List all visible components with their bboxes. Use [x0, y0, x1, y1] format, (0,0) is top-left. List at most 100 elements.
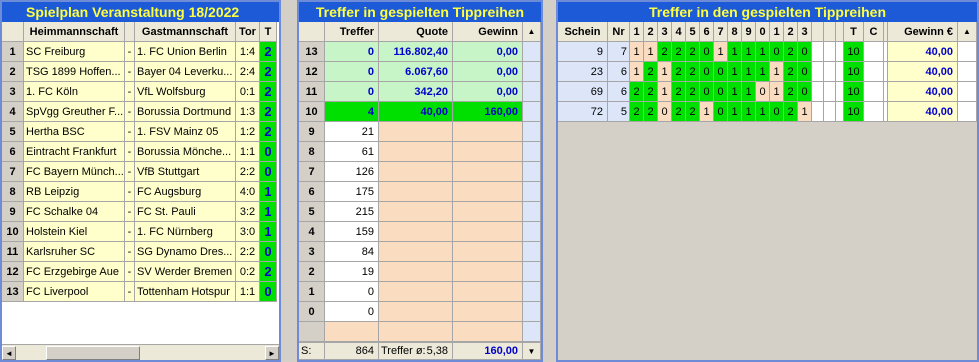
home-team[interactable]: FC Schalke 04	[24, 202, 125, 222]
spielplan-grid[interactable]: Heimmannschaft Gastmannschaft Tor T 1 SC …	[2, 22, 279, 360]
table-row[interactable]: 69 6 2 2 1 2 2 0 0 1 1 0 1 2 0 10 40,00	[558, 82, 977, 102]
sort-arrow-icon[interactable]: ▲	[523, 22, 541, 42]
home-team[interactable]: RB Leipzig	[24, 182, 125, 202]
result-tip[interactable]: 0	[260, 162, 277, 182]
scheine-grid[interactable]: Schein Nr 1 2 3 4 5 6 7 8 9 0 1 2 3 T C Gewinn € ▲ 9711222…	[558, 22, 977, 360]
away-team[interactable]: VfL Wolfsburg	[135, 82, 236, 102]
table-row[interactable]: 9 FC Schalke 04- FC St. Pauli 3:2 1	[2, 202, 279, 222]
score[interactable]: 2:2	[236, 162, 260, 182]
result-tip[interactable]: 1	[260, 202, 277, 222]
header-nr[interactable]: Nr	[608, 22, 630, 42]
result-tip[interactable]: 0	[260, 242, 277, 262]
tip-row-number[interactable]: 6	[608, 82, 630, 102]
tip-row-number[interactable]: 6	[608, 62, 630, 82]
result-tip[interactable]: 0	[260, 282, 277, 302]
header-game-3[interactable]: 3	[658, 22, 672, 42]
table-row[interactable]: 12 FC Erzgebirge Aue - SV Werder Bremen 0:2 2	[2, 262, 279, 282]
header-home[interactable]: Heimmannschaft	[24, 22, 125, 42]
table-row[interactable]: 9 21	[299, 122, 541, 142]
table-row[interactable]: 2 19	[299, 262, 541, 282]
away-team[interactable]: Tottenham Hotspur	[135, 282, 236, 302]
away-team[interactable]: Borussia Mönche...	[135, 142, 236, 162]
scroll-thumb[interactable]	[46, 346, 140, 360]
table-row[interactable]: 13 FC Liverpool - Tottenham Hotspur 1:1 0	[2, 282, 279, 302]
header-t-label[interactable]: T	[844, 22, 864, 42]
score[interactable]: 3:2	[236, 202, 260, 222]
scroll-left-button[interactable]: ◄	[2, 346, 16, 360]
schein-number[interactable]: 23	[558, 62, 608, 82]
score[interactable]: 1:1	[236, 282, 260, 302]
header-game-4[interactable]: 4	[672, 22, 686, 42]
home-team[interactable]: Karlsruher SC	[24, 242, 125, 262]
away-team[interactable]: FC St. Pauli	[135, 202, 236, 222]
home-team[interactable]: SC Freiburg	[24, 42, 125, 62]
table-row[interactable]: 13 0 116.802,40 0,00	[299, 42, 541, 62]
header-gewinn[interactable]: Gewinn €	[888, 22, 958, 42]
away-team[interactable]: SG Dynamo Dres...	[135, 242, 236, 262]
schein-number[interactable]: 69	[558, 82, 608, 102]
away-team[interactable]: 1. FC Nürnberg	[135, 222, 236, 242]
table-row[interactable]: 10	[299, 282, 541, 302]
home-team[interactable]: Eintracht Frankfurt	[24, 142, 125, 162]
home-team[interactable]: Holstein Kiel	[24, 222, 125, 242]
away-team[interactable]: VfB Stuttgart	[135, 162, 236, 182]
table-row[interactable]: 72 5 2 2 0 2 2 1 0 1 1 1 0 2 1 10 40,00	[558, 102, 977, 122]
table-row[interactable]: 11 0 342,20 0,00	[299, 82, 541, 102]
header-game-9[interactable]: 9	[742, 22, 756, 42]
table-row[interactable]: 4 159	[299, 222, 541, 242]
result-tip[interactable]: 2	[260, 262, 277, 282]
table-row[interactable]: 2 TSG 1899 Hoffen... - Bayer 04 Leverku... 2…	[2, 62, 279, 82]
result-tip[interactable]: 1	[260, 182, 277, 202]
header-schein[interactable]: Schein	[558, 22, 608, 42]
result-tip[interactable]: 2	[260, 82, 277, 102]
score[interactable]: 0:2	[236, 262, 260, 282]
score[interactable]: 1:3	[236, 102, 260, 122]
schein-number[interactable]: 72	[558, 102, 608, 122]
result-tip[interactable]: 2	[260, 42, 277, 62]
away-team[interactable]: 1. FSV Mainz 05	[135, 122, 236, 142]
home-team[interactable]: TSG 1899 Hoffen...	[24, 62, 125, 82]
score[interactable]: 1:1	[236, 142, 260, 162]
home-team[interactable]: FC Liverpool	[24, 282, 125, 302]
table-row[interactable]: 5 Hertha BSC -1. FSV Mainz 05 1:2 2	[2, 122, 279, 142]
table-row[interactable]: 11 Karlsruher SC - SG Dynamo Dres... 2:2 0	[2, 242, 279, 262]
header-game-1[interactable]: 1	[630, 22, 644, 42]
table-row[interactable]: 23 6 1 2 1 2 2 0 0 1 1 1 1 2 0 10 40,00	[558, 62, 977, 82]
header-t[interactable]: T	[260, 22, 277, 42]
home-team[interactable]: Hertha BSC	[24, 122, 125, 142]
result-tip[interactable]: 1	[260, 222, 277, 242]
table-row[interactable]: 3 1. FC Köln - VfL Wolfsburg 0:1 2	[2, 82, 279, 102]
home-team[interactable]: 1. FC Köln	[24, 82, 125, 102]
tip-row-number[interactable]: 5	[608, 102, 630, 122]
home-team[interactable]: FC Erzgebirge Aue	[24, 262, 125, 282]
header-gewinn[interactable]: Gewinn	[453, 22, 523, 42]
tip-row-number[interactable]: 7	[608, 42, 630, 62]
header-treffer[interactable]: Treffer	[325, 22, 379, 42]
result-tip[interactable]: 2	[260, 62, 277, 82]
header-game-11[interactable]: 1	[770, 22, 784, 42]
table-row[interactable]: 4 SpVgg Greuther F... - Borussia Dortmund 1:…	[2, 102, 279, 122]
header-t[interactable]	[836, 22, 844, 42]
header-quote[interactable]: Quote	[379, 22, 453, 42]
header-c[interactable]: C	[864, 22, 884, 42]
table-row[interactable]: 1 SC Freiburg -1. FC Union Berlin 1:4 2	[2, 42, 279, 62]
header-away[interactable]: Gastmannschaft	[135, 22, 236, 42]
table-row[interactable]: 7 126	[299, 162, 541, 182]
spielplan-hscrollbar[interactable]: ◄ ►	[2, 344, 279, 360]
header-game-8[interactable]: 8	[728, 22, 742, 42]
scroll-right-button[interactable]: ►	[265, 346, 279, 360]
table-row[interactable]: 00	[299, 302, 541, 322]
score[interactable]: 1:2	[236, 122, 260, 142]
header-tor[interactable]: Tor	[236, 22, 260, 42]
header-game-10[interactable]: 0	[756, 22, 770, 42]
away-team[interactable]: FC Augsburg	[135, 182, 236, 202]
table-row[interactable]: 8 61	[299, 142, 541, 162]
score[interactable]: 4:0	[236, 182, 260, 202]
score[interactable]: 3:0	[236, 222, 260, 242]
header-game-5[interactable]: 5	[686, 22, 700, 42]
result-tip[interactable]: 2	[260, 122, 277, 142]
dropdown-arrow-icon[interactable]: ▼	[523, 343, 541, 360]
schein-number[interactable]: 9	[558, 42, 608, 62]
home-team[interactable]: SpVgg Greuther F...	[24, 102, 125, 122]
score[interactable]: 1:4	[236, 42, 260, 62]
